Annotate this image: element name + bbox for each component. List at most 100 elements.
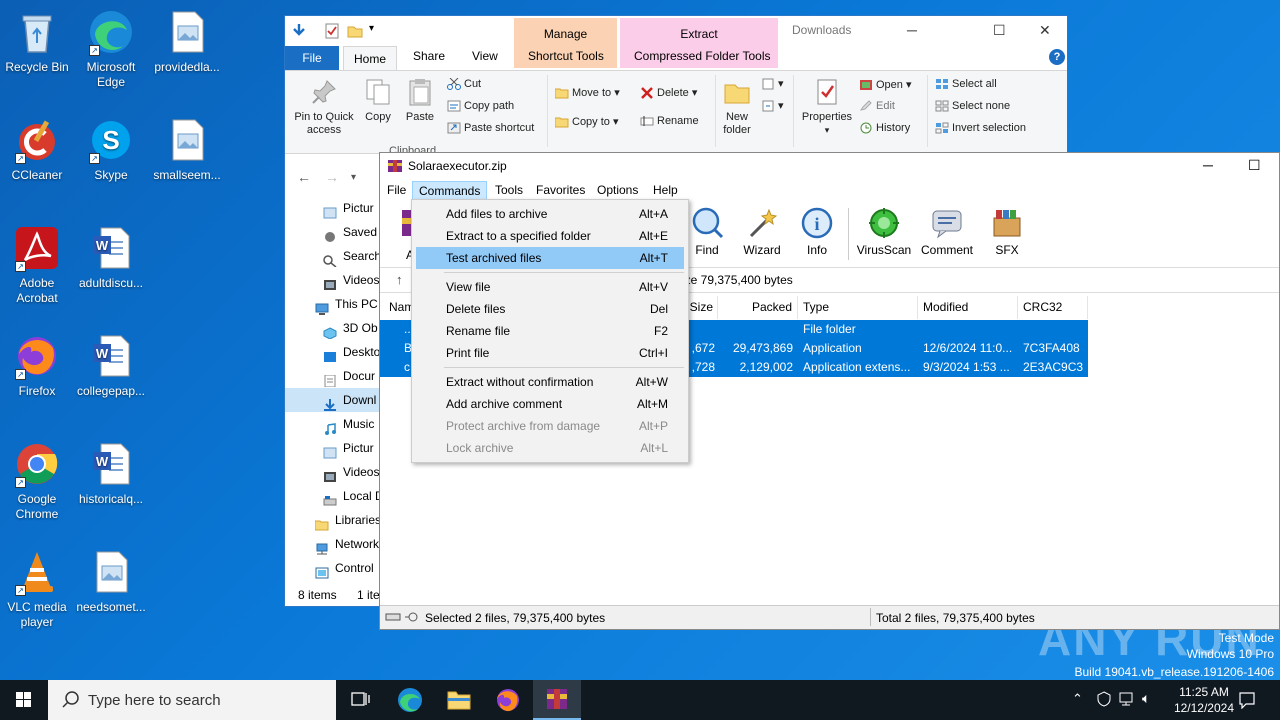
minimize-icon[interactable]: ─	[907, 22, 917, 38]
close-icon[interactable]: ✕	[1039, 22, 1051, 39]
menu-item-extract-without-confirmation[interactable]: Extract without confirmation Alt+W	[416, 371, 684, 393]
nav-item-downloads[interactable]: Downl	[285, 388, 381, 412]
nav-item-music[interactable]: Music	[285, 412, 381, 436]
toolbar-wizard-button[interactable]: Wizard	[732, 206, 792, 257]
back-arrow-icon[interactable]: ←	[297, 169, 311, 185]
nav-item-libraries[interactable]: Libraries	[285, 508, 381, 532]
nav-item-network[interactable]: Network	[285, 532, 381, 556]
menu-item-view-file[interactable]: View file Alt+V	[416, 276, 684, 298]
maximize-icon[interactable]: ☐	[1248, 157, 1261, 174]
select-all-button[interactable]: Select all	[935, 78, 997, 90]
invert-selection-button[interactable]: Invert selection	[935, 122, 1026, 134]
toolbar-info-button[interactable]: i Info	[787, 206, 847, 257]
copy-to-button[interactable]: Copy to ▾	[554, 115, 619, 128]
taskbar-search-box[interactable]: Type here to search	[48, 680, 336, 720]
menu-item-add-archive-comment[interactable]: Add archive comment Alt+M	[416, 393, 684, 415]
column-crc32[interactable]: CRC32	[1018, 296, 1088, 319]
menu-item-test-archived-files[interactable]: Test archived files Alt+T	[416, 247, 684, 269]
desktop-icon-firefox[interactable]: ↗ Firefox	[0, 332, 74, 399]
nav-item-3d-objects[interactable]: 3D Ob	[285, 316, 381, 340]
taskbar-file-explorer[interactable]	[435, 680, 483, 720]
column-name[interactable]: Nam	[384, 296, 414, 319]
toolbar-comment-button[interactable]: Comment	[917, 206, 977, 257]
forward-arrow-icon[interactable]: →	[325, 169, 339, 185]
delete-button[interactable]: Delete ▾	[640, 86, 697, 99]
tab-compressed-folder-tools[interactable]: Compressed Folder Tools	[634, 49, 771, 63]
notifications-icon[interactable]	[1238, 691, 1256, 712]
nav-item-pictures[interactable]: Pictur	[285, 196, 381, 220]
toolbar-virusscan-button[interactable]: VirusScan	[854, 206, 914, 257]
desktop-icon-doc-adultdiscu[interactable]: W adultdiscu...	[74, 224, 148, 291]
menu-item-add-files[interactable]: Add files to archive Alt+A	[416, 203, 684, 225]
nav-item-pictures-pc[interactable]: Pictur	[285, 436, 381, 460]
desktop-icon-skype[interactable]: S ↗ Skype	[74, 116, 148, 183]
menu-tools[interactable]: Tools	[495, 183, 523, 197]
menu-options[interactable]: Options	[597, 183, 638, 197]
menu-help[interactable]: Help	[653, 183, 678, 197]
menu-item-lock-archive[interactable]: Lock archive Alt+L	[416, 437, 684, 459]
rename-button[interactable]: Rename	[640, 115, 699, 127]
desktop-icon-file-smallseem[interactable]: smallseem...	[150, 116, 224, 183]
desktop-icon-recycle-bin[interactable]: Recycle Bin	[0, 8, 74, 75]
properties-check-icon[interactable]	[325, 23, 339, 42]
maximize-icon[interactable]: ☐	[993, 22, 1006, 39]
taskbar-firefox[interactable]	[484, 680, 532, 720]
customize-qat-icon[interactable]: ▾	[369, 23, 374, 34]
network-icon[interactable]	[1118, 691, 1134, 710]
toolbar-sfx-button[interactable]: SFX	[977, 206, 1037, 257]
copy-path-button[interactable]: Copy path	[447, 100, 514, 112]
nav-item-documents[interactable]: Docur	[285, 364, 381, 388]
menu-commands[interactable]: Commands	[412, 181, 488, 201]
copy-button[interactable]: Copy	[361, 77, 395, 124]
menu-favorites[interactable]: Favorites	[536, 183, 585, 197]
tab-share[interactable]: Share	[413, 49, 445, 63]
desktop-icon-edge[interactable]: ↗ Microsoft Edge	[74, 8, 148, 90]
taskbar-clock[interactable]: 11:25 AM 12/12/2024	[1174, 684, 1234, 716]
menu-item-rename-file[interactable]: Rename file F2	[416, 320, 684, 342]
quick-access-down-arrow-icon[interactable]	[291, 22, 307, 41]
nav-item-searches[interactable]: Search	[285, 244, 381, 268]
new-folder-small-icon[interactable]	[347, 23, 363, 42]
menu-item-extract-to-folder[interactable]: Extract to a specified folder Alt+E	[416, 225, 684, 247]
desktop-icon-file-providedla[interactable]: providedla...	[150, 8, 224, 75]
start-button[interactable]	[0, 680, 48, 720]
tab-view[interactable]: View	[472, 49, 498, 63]
select-none-button[interactable]: Select none	[935, 100, 1010, 112]
menu-item-protect-archive[interactable]: Protect archive from damage Alt+P	[416, 415, 684, 437]
explorer-titlebar[interactable]: ▾ Manage Extract Downloads ─ ☐ ✕	[285, 16, 1067, 68]
task-view-button[interactable]	[336, 680, 384, 720]
paste-shortcut-button[interactable]: Paste shortcut	[447, 122, 534, 134]
column-type[interactable]: Type	[798, 296, 918, 319]
edit-button[interactable]: Edit	[859, 100, 895, 112]
security-icon[interactable]	[1096, 691, 1112, 710]
volume-icon[interactable]: 🔈︎	[1142, 690, 1150, 707]
nav-item-videos[interactable]: Videos	[285, 268, 381, 292]
taskbar-winrar[interactable]	[533, 680, 581, 720]
desktop-icon-doc-historicalq[interactable]: W historicalq...	[74, 440, 148, 507]
help-icon[interactable]: ?	[1049, 49, 1065, 65]
tab-home[interactable]: Home	[343, 46, 397, 72]
history-button[interactable]: History	[859, 122, 910, 134]
nav-item-videos-pc[interactable]: Videos	[285, 460, 381, 484]
menu-file[interactable]: File	[387, 183, 406, 197]
move-to-button[interactable]: Move to ▾	[554, 86, 620, 99]
show-hidden-icons-icon[interactable]: ⌃	[1072, 691, 1083, 707]
recent-locations-icon[interactable]: ▾	[351, 172, 356, 183]
new-folder-button[interactable]: New folder	[717, 77, 757, 137]
nav-item-saved[interactable]: Saved	[285, 220, 381, 244]
properties-button[interactable]: Properties ▾	[799, 77, 855, 137]
up-arrow-icon[interactable]: ↑	[396, 272, 403, 287]
column-packed[interactable]: Packed	[718, 296, 798, 319]
nav-item-this-pc[interactable]: This PC	[285, 292, 381, 316]
menu-item-print-file[interactable]: Print file Ctrl+I	[416, 342, 684, 364]
paste-button[interactable]: Paste	[403, 77, 437, 124]
easy-access-button[interactable]: ▾	[761, 99, 784, 112]
tab-shortcut-tools[interactable]: Shortcut Tools	[528, 49, 604, 63]
winrar-titlebar[interactable]: Solaraexecutor.zip ─ ☐	[380, 153, 1279, 180]
desktop-icon-doc-collegepap[interactable]: W collegepap...	[74, 332, 148, 399]
desktop-icon-ccleaner[interactable]: ↗ CCleaner	[0, 116, 74, 183]
open-button[interactable]: Open ▾	[859, 78, 912, 91]
taskbar-edge[interactable]	[386, 680, 434, 720]
menu-item-delete-files[interactable]: Delete files Del	[416, 298, 684, 320]
desktop-icon-vlc[interactable]: ↗ VLC media player	[0, 548, 74, 630]
